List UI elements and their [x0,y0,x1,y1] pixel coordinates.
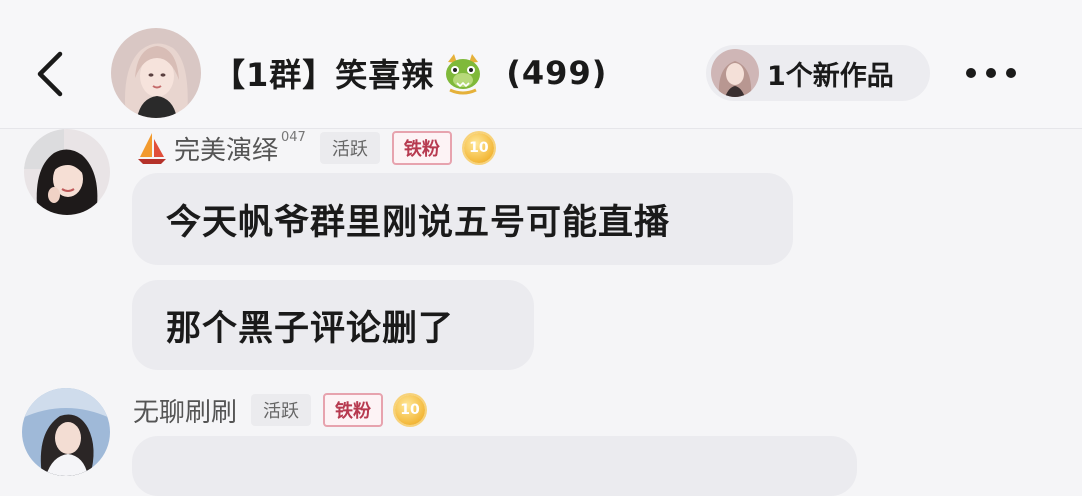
sender-avatar[interactable] [22,388,110,476]
more-options-icon[interactable] [966,62,1016,84]
dragon-emoji-icon [446,54,481,95]
group-title[interactable]: 【1群】笑喜辣 (499) [213,50,607,96]
message-text: 今天帆爷群里刚说五号可能直播 [166,202,671,243]
username-superscript: 047 [281,129,306,145]
message-text: 那个黑子评论删了 [166,308,455,349]
chat-header: 【1群】笑喜辣 (499) 1个新作品 [0,0,1082,129]
member-count: (499) [506,54,608,92]
group-name: 【1群】笑喜辣 [213,56,435,94]
username[interactable]: 无聊刷刷 [133,392,237,429]
level-badge: 10 [463,133,494,163]
active-badge: 活跃 [319,132,380,164]
username[interactable]: 完美演绎 047 [174,130,306,167]
works-avatar [711,49,759,97]
sender-meta: 完美演绎 047 活跃 铁粉 10 [136,130,494,166]
new-works-label: 1个新作品 [767,60,894,92]
message-bubble[interactable]: 那个黑子评论删了 [132,280,534,370]
sender-meta: 无聊刷刷 活跃 铁粉 10 [133,392,426,429]
new-works-button[interactable]: 1个新作品 [706,45,930,101]
sender-avatar[interactable] [24,129,110,215]
sailboat-icon [138,133,166,164]
iron-fan-badge: 铁粉 [391,131,452,165]
group-avatar[interactable] [111,28,201,118]
back-arrow-icon[interactable] [30,48,70,100]
iron-fan-badge: 铁粉 [323,393,384,427]
message-bubble[interactable]: 今天帆爷群里刚说五号可能直播 [132,173,793,265]
level-badge: 10 [395,395,426,425]
message-bubble[interactable] [132,436,857,496]
active-badge: 活跃 [251,394,312,426]
